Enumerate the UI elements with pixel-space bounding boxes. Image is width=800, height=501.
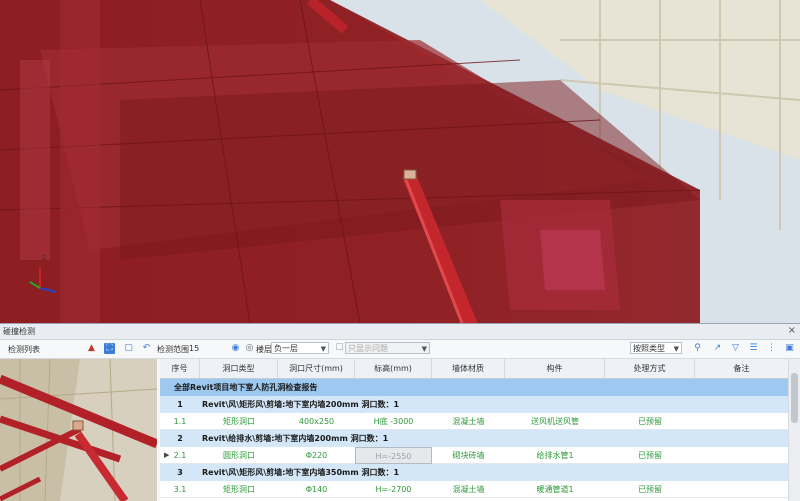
type-filter-select[interactable]: 按照类型 ▼ <box>630 342 682 354</box>
cell-note[interactable] <box>695 481 788 498</box>
cell-handling: 已预留 <box>638 451 662 460</box>
problem-filter-select[interactable]: 只显示问题 ▼ <box>345 342 430 354</box>
export-excel-icon[interactable]: ▣ <box>784 343 795 354</box>
cell-wall: 砌块砖墙 <box>452 451 485 460</box>
cell-type: 矩形洞口 <box>223 485 255 494</box>
cell-wall: 混凝土墙 <box>452 485 485 494</box>
preview-render <box>0 359 157 501</box>
cell-type: 矩形洞口 <box>223 417 255 426</box>
cell-element: 送风机送风管 <box>531 417 579 426</box>
radio-icon[interactable]: ◎ <box>244 343 255 354</box>
share-icon[interactable]: ↗ <box>712 343 723 354</box>
model-render: Z <box>0 0 800 323</box>
list-label: 检测列表 <box>8 345 40 354</box>
column-header[interactable]: 洞口类型 <box>200 359 278 378</box>
chevron-down-icon: ▼ <box>421 345 427 353</box>
row-group-label: Revit\给排水\剪墙:地下室内墙200mm 洞口数：1 <box>202 434 389 443</box>
column-header[interactable]: 构件 <box>505 359 605 378</box>
preview-thumbnail[interactable] <box>0 359 158 501</box>
export-icon[interactable]: ▲ <box>86 343 97 354</box>
problem-filter-value: 只显示问题 <box>348 344 388 353</box>
filter-icon[interactable]: ▽ <box>730 343 741 354</box>
more-icon[interactable]: ⋮ <box>766 343 777 354</box>
row-number: 2 <box>177 434 183 443</box>
column-header[interactable]: 标高(mm) <box>355 359 432 378</box>
floor-label: 楼层 <box>256 345 272 354</box>
type-filter-value: 按照类型 <box>633 344 665 353</box>
panel-title: 碰撞检测 <box>3 327 35 336</box>
result-table: 序号 洞口类型 洞口尺寸(mm) 标高(mm) 墙体材质 构件 处理方式 备注 … <box>160 359 788 501</box>
range-label: 检测范围 <box>157 345 189 354</box>
table-row[interactable]: 3.1 矩形洞口 Φ140 H=-2700 混凝土墙 暖通管道1 已预留 <box>160 481 788 498</box>
floor-select-value: 负一层 <box>274 344 298 353</box>
scrollbar-thumb[interactable] <box>791 373 798 423</box>
cell-no: 3.1 <box>173 485 187 494</box>
cell-elevation: H=-2700 <box>375 485 412 494</box>
cell-no: 1.1 <box>173 417 187 426</box>
cell-element: 给排水管1 <box>536 451 574 460</box>
table-row[interactable]: 2 Revit\给排水\剪墙:地下室内墙200mm 洞口数：1 <box>160 430 788 447</box>
cell-handling: 已预留 <box>638 485 662 494</box>
table-row[interactable]: 3 Revit\风\矩形风\剪墙:地下室内墙350mm 洞口数：1 <box>160 464 788 481</box>
list-icon[interactable]: ☰ <box>748 343 759 354</box>
column-header[interactable]: 墙体材质 <box>432 359 505 378</box>
3d-viewport[interactable]: Z <box>0 0 800 323</box>
table-row[interactable]: 1.1 矩形洞口 400x250 H底 -3000 混凝土墙 送风机送风管 已预… <box>160 413 788 430</box>
cell-wall: 混凝土墙 <box>452 417 485 426</box>
cell-size: 400x250 <box>298 417 335 426</box>
chevron-down-icon: ▼ <box>320 345 326 353</box>
svg-text:Z: Z <box>42 255 46 262</box>
close-icon[interactable]: × <box>788 325 796 336</box>
cell-size: Φ140 <box>305 485 328 494</box>
cell-handling: 已预留 <box>638 417 662 426</box>
column-header[interactable]: 处理方式 <box>605 359 695 378</box>
column-header[interactable]: 备注 <box>695 359 788 378</box>
panel-toolbar: 检测列表 ▲ ⛶ ▢ ↶ 检测范围 15 ◉ ◎ 楼层 负一层 ▼ ☐ 只显示问… <box>0 340 800 359</box>
collision-panel: 碰撞检测 × 检测列表 ▲ ⛶ ▢ ↶ 检测范围 15 ◉ ◎ 楼层 负一层 ▼… <box>0 323 800 501</box>
chevron-down-icon: ▼ <box>673 345 679 353</box>
current-row-indicator-icon: ▶ <box>164 451 170 459</box>
category-label: 全部Revit项目地下室人防孔洞检查报告 <box>174 383 318 392</box>
table-header: 序号 洞口类型 洞口尺寸(mm) 标高(mm) 墙体材质 构件 处理方式 备注 <box>160 359 788 379</box>
table-row[interactable]: 2.1 圆形洞口 Φ220 H=-2550 砌块砖墙 给排水管1 已预留 <box>160 447 788 464</box>
zoom-icon[interactable]: ▢ <box>123 343 134 354</box>
checkbox-icon[interactable]: ☐ <box>334 343 345 354</box>
floor-select[interactable]: 负一层 ▼ <box>271 342 329 354</box>
row-group-label: Revit\风\矩形风\剪墙:地下室内墙200mm 洞口数：1 <box>202 400 400 409</box>
row-number: 1 <box>177 400 183 409</box>
row-number: 3 <box>177 468 183 477</box>
vertical-scrollbar[interactable] <box>788 359 800 501</box>
range-value: 15 <box>189 344 200 353</box>
cell-note[interactable] <box>695 413 788 430</box>
column-header[interactable]: 洞口尺寸(mm) <box>278 359 355 378</box>
cell-elevation-editing[interactable]: H=-2550 <box>355 447 432 464</box>
cell-elevation: H底 -3000 <box>373 417 414 426</box>
cell-size: Φ220 <box>305 451 328 460</box>
category-row[interactable]: 全部Revit项目地下室人防孔洞检查报告 <box>160 379 788 396</box>
cell-element: 暖通管道1 <box>536 485 574 494</box>
locate-pin-icon[interactable]: ⚲ <box>692 343 703 354</box>
fit-view-icon[interactable]: ⛶ <box>104 343 115 354</box>
table-row[interactable]: 1 Revit\风\矩形风\剪墙:地下室内墙200mm 洞口数：1 <box>160 396 788 413</box>
row-group-label: Revit\风\矩形风\剪墙:地下室内墙350mm 洞口数：1 <box>202 468 400 477</box>
cell-note[interactable] <box>695 447 788 464</box>
eye-icon[interactable]: ◉ <box>230 343 241 354</box>
panel-titlebar: 碰撞检测 × <box>0 324 800 340</box>
column-header[interactable]: 序号 <box>160 359 200 378</box>
cell-type: 圆形洞口 <box>223 451 255 460</box>
undo-icon[interactable]: ↶ <box>141 343 152 354</box>
